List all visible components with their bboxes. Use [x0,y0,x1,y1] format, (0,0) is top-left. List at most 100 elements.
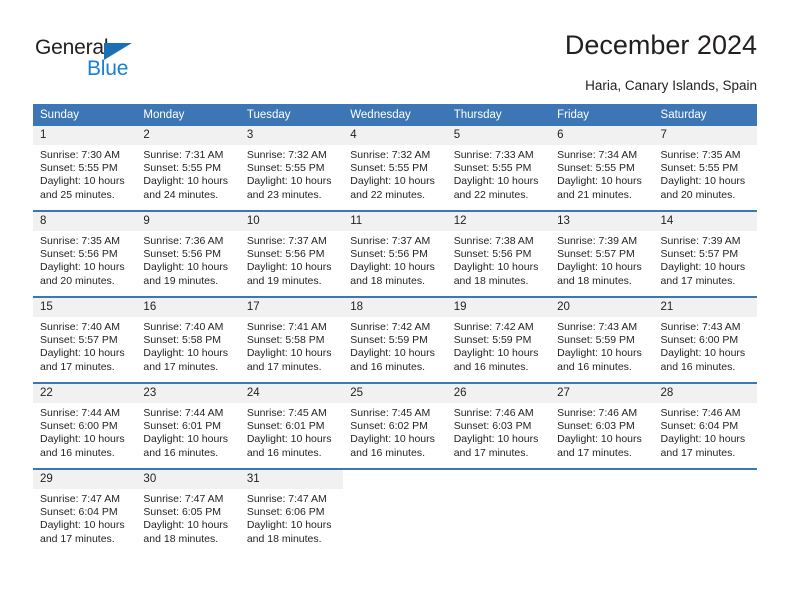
calendar-day-cell[interactable]: 4 Sunrise: 7:32 AM Sunset: 5:55 PM Daylight… [343,126,447,211]
calendar-day-cell[interactable]: 22 Sunrise: 7:44 AM Sunset: 6:00 PM Dayligh… [33,382,137,469]
sunset-text: Sunset: 5:56 PM [350,248,428,261]
calendar-day-cell[interactable]: 15 Sunrise: 7:40 AM Sunset: 5:57 PM Dayligh… [33,296,137,383]
sunrise-text: Sunrise: 7:40 AM [143,321,224,333]
calendar-day-cell[interactable]: 16 Sunrise: 7:40 AM Sunset: 5:58 PM Dayligh… [136,296,240,383]
daylight-text-line1: Daylight: 10 hours [557,175,642,188]
calendar-day-cell-empty [653,468,757,554]
calendar-day-cell[interactable]: 18 Sunrise: 7:42 AM Sunset: 5:59 PM Dayligh… [343,296,447,383]
sunrise-text: Sunrise: 7:34 AM [557,149,638,161]
weekday-header-saturday: Saturday [653,104,757,126]
weekday-header-sunday: Sunday [33,104,137,126]
sunrise-text: Sunrise: 7:42 AM [350,321,431,333]
sunrise-text: Sunrise: 7:40 AM [40,321,120,333]
day-details: Sunrise: 7:40 AM Sunset: 5:57 PM Daylight:… [33,317,136,374]
sunset-text: Sunset: 6:04 PM [660,420,739,433]
calendar-day-cell[interactable]: 20 Sunrise: 7:43 AM Sunset: 5:59 PM Dayligh… [550,296,654,383]
calendar-day-cell[interactable]: 21 Sunrise: 7:43 AM Sunset: 6:00 PM Dayligh… [653,296,757,383]
day-number: 13 [550,212,654,231]
calendar-day-cell[interactable]: 11 Sunrise: 7:37 AM Sunset: 5:56 PM Dayligh… [343,210,447,297]
daylight-text-line2: and 16 minutes. [246,446,322,459]
calendar-day-cell[interactable]: 29 Sunrise: 7:47 AM Sunset: 6:04 PM Dayligh… [33,468,137,554]
calendar-day-cell[interactable]: 6 Sunrise: 7:34 AM Sunset: 5:55 PM Daylight… [550,126,654,211]
calendar-day-cell[interactable]: 24 Sunrise: 7:45 AM Sunset: 6:01 PM Dayligh… [239,382,344,469]
general-blue-logo[interactable]: General Blue [35,36,165,86]
calendar-day-cell[interactable]: 1 Sunrise: 7:30 AM Sunset: 5:55 PM Daylight… [33,126,137,211]
calendar-day-cell[interactable]: 26 Sunrise: 7:46 AM Sunset: 6:03 PM Dayligh… [446,382,551,469]
calendar-day-cell[interactable]: 19 Sunrise: 7:42 AM Sunset: 5:59 PM Dayligh… [446,296,551,383]
sunset-text: Sunset: 5:55 PM [660,162,739,175]
daylight-text-line2: and 17 minutes. [557,446,632,459]
day-details: Sunrise: 7:35 AM Sunset: 5:56 PM Daylight:… [33,231,136,288]
sunset-text: Sunset: 5:56 PM [40,248,118,261]
calendar-day-cell[interactable]: 2 Sunrise: 7:31 AM Sunset: 5:55 PM Daylight… [136,126,240,211]
calendar-day-cell[interactable]: 3 Sunrise: 7:32 AM Sunset: 5:55 PM Daylight… [239,126,344,211]
daylight-text-line1: Daylight: 10 hours [453,433,539,446]
sunset-text: Sunset: 6:01 PM [143,420,222,433]
sunrise-text: Sunrise: 7:47 AM [246,493,327,505]
day-number [550,470,654,489]
calendar-day-cell[interactable]: 27 Sunrise: 7:46 AM Sunset: 6:03 PM Dayligh… [550,382,654,469]
daylight-text-line1: Daylight: 10 hours [557,433,642,446]
sunset-text: Sunset: 6:06 PM [246,506,325,519]
calendar-header-row: Sunday Monday Tuesday Wednesday Thursday… [33,104,757,126]
daylight-text-line1: Daylight: 10 hours [453,347,539,360]
calendar-day-cell[interactable]: 8 Sunrise: 7:35 AM Sunset: 5:56 PM Daylight… [33,210,137,297]
calendar-day-cell[interactable]: 30 Sunrise: 7:47 AM Sunset: 6:05 PM Dayligh… [136,468,240,554]
weekday-header-monday: Monday [136,104,240,126]
day-number: 19 [446,298,551,317]
weekday-header-wednesday: Wednesday [343,104,447,126]
day-number: 10 [239,212,344,231]
weekday-header-friday: Friday [550,104,654,126]
daylight-text-line2: and 16 minutes. [40,446,115,459]
daylight-text-line1: Daylight: 10 hours [660,347,746,360]
calendar-day-cell[interactable]: 28 Sunrise: 7:46 AM Sunset: 6:04 PM Dayligh… [653,382,757,469]
day-number: 30 [136,470,240,489]
day-details: Sunrise: 7:36 AM Sunset: 5:56 PM Daylight:… [136,231,239,288]
day-number: 27 [550,384,654,403]
sunset-text: Sunset: 6:00 PM [40,420,118,433]
calendar-day-cell[interactable]: 12 Sunrise: 7:38 AM Sunset: 5:56 PM Dayligh… [446,210,551,297]
daylight-text-line1: Daylight: 10 hours [246,175,332,188]
calendar-day-cell[interactable]: 7 Sunrise: 7:35 AM Sunset: 5:55 PM Daylight… [653,126,757,211]
sunrise-text: Sunrise: 7:47 AM [143,493,224,505]
daylight-text-line1: Daylight: 10 hours [40,519,125,532]
daylight-text-line2: and 23 minutes. [246,188,322,201]
calendar-day-cell[interactable]: 13 Sunrise: 7:39 AM Sunset: 5:57 PM Dayligh… [550,210,654,297]
daylight-text-line1: Daylight: 10 hours [660,433,746,446]
calendar-day-cell[interactable]: 31 Sunrise: 7:47 AM Sunset: 6:06 PM Dayligh… [239,468,344,554]
daylight-text-line1: Daylight: 10 hours [40,433,125,446]
sunset-text: Sunset: 6:02 PM [350,420,428,433]
day-details: Sunrise: 7:31 AM Sunset: 5:55 PM Daylight:… [136,145,239,202]
calendar-day-cell[interactable]: 10 Sunrise: 7:37 AM Sunset: 5:56 PM Dayligh… [239,210,344,297]
daylight-text-line1: Daylight: 10 hours [143,175,229,188]
daylight-text-line1: Daylight: 10 hours [246,261,332,274]
sunrise-text: Sunrise: 7:43 AM [557,321,638,333]
calendar-day-cell[interactable]: 14 Sunrise: 7:39 AM Sunset: 5:57 PM Dayligh… [653,210,757,297]
day-number: 31 [239,470,344,489]
sunrise-text: Sunrise: 7:47 AM [40,493,120,505]
day-details: Sunrise: 7:47 AM Sunset: 6:05 PM Daylight:… [136,489,239,546]
calendar-week-row: 22 Sunrise: 7:44 AM Sunset: 6:00 PM Dayligh… [33,382,757,469]
calendar-day-cell[interactable]: 25 Sunrise: 7:45 AM Sunset: 6:02 PM Dayligh… [343,382,447,469]
calendar-day-cell[interactable]: 5 Sunrise: 7:33 AM Sunset: 5:55 PM Daylight… [446,126,551,211]
calendar-day-cell[interactable]: 23 Sunrise: 7:44 AM Sunset: 6:01 PM Dayligh… [136,382,240,469]
calendar-day-cell[interactable]: 17 Sunrise: 7:41 AM Sunset: 5:58 PM Dayligh… [239,296,344,383]
weekday-header-thursday: Thursday [446,104,551,126]
daylight-text-line2: and 20 minutes. [660,188,736,201]
daylight-text-line2: and 16 minutes. [143,446,219,459]
day-details: Sunrise: 7:41 AM Sunset: 5:58 PM Daylight:… [240,317,343,374]
sunrise-text: Sunrise: 7:42 AM [453,321,534,333]
daylight-text-line2: and 24 minutes. [143,188,219,201]
daylight-text-line1: Daylight: 10 hours [40,347,125,360]
daylight-text-line2: and 16 minutes. [557,360,632,373]
day-details: Sunrise: 7:46 AM Sunset: 6:03 PM Daylight:… [550,403,653,460]
sunset-text: Sunset: 6:03 PM [557,420,635,433]
day-number: 7 [653,126,757,145]
daylight-text-line2: and 16 minutes. [350,360,425,373]
day-number [653,470,757,489]
calendar-week-row: 29 Sunrise: 7:47 AM Sunset: 6:04 PM Dayligh… [33,468,757,554]
daylight-text-line2: and 16 minutes. [350,446,425,459]
calendar-day-cell[interactable]: 9 Sunrise: 7:36 AM Sunset: 5:56 PM Daylight… [136,210,240,297]
daylight-text-line2: and 20 minutes. [40,274,115,287]
sunrise-text: Sunrise: 7:46 AM [557,407,638,419]
